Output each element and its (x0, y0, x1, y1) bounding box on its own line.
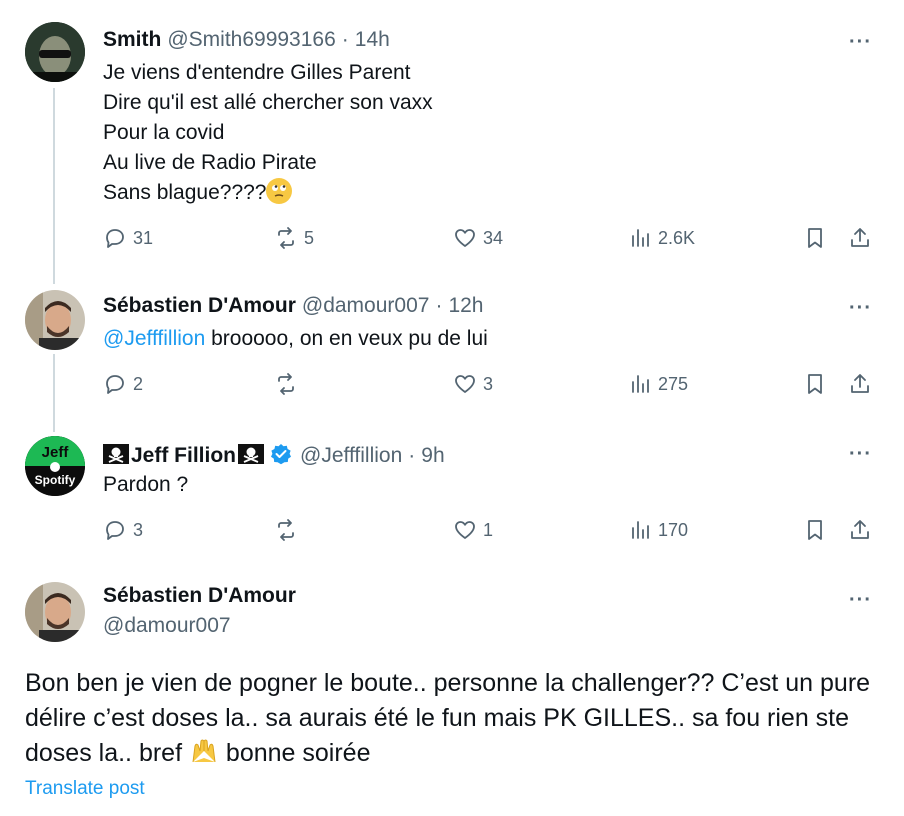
bookmark-icon (808, 374, 822, 394)
reply-button[interactable]: 3 (103, 518, 143, 542)
reply-count: 2 (133, 373, 144, 394)
avatar[interactable] (25, 290, 85, 350)
reply-tweet-jefffillion[interactable]: Jeff Spotify Jeff Fillion @Jefffillion ·… (0, 430, 904, 572)
views-chart-icon (632, 521, 649, 539)
text-line: Dire qu'il est allé chercher son vaxx (103, 91, 433, 114)
views-button[interactable]: 2.6K (628, 226, 695, 250)
tweet-header: Jeff Fillion @Jefffillion · 9h (103, 440, 445, 468)
verified-badge-icon[interactable] (270, 443, 292, 465)
heart-icon (455, 375, 475, 393)
tweet-text: Je viens d'entendre Gilles Parent Dire q… (103, 58, 433, 208)
share-icon (851, 520, 869, 539)
user-handle[interactable]: @Smith69993166 (167, 28, 335, 52)
more-options-icon[interactable]: ··· (849, 32, 872, 52)
tweet-actions: 2 3 275 (103, 372, 878, 402)
like-button[interactable]: 1 (453, 518, 493, 542)
bookmark-icon (808, 228, 822, 248)
post-text-part: Bon ben je vien de pogner le boute.. per… (25, 669, 871, 767)
user-handle[interactable]: @Jefffillion (300, 444, 402, 468)
view-count: 170 (658, 519, 689, 540)
tweet-text: Pardon ? (103, 473, 189, 496)
text-line-content: Sans blague???? (103, 181, 267, 204)
like-count: 3 (483, 373, 494, 394)
bookmark-button[interactable] (803, 518, 827, 542)
avatar[interactable] (25, 582, 85, 642)
like-button[interactable]: 34 (453, 226, 503, 250)
repost-icon (278, 227, 294, 249)
separator-dot: · (341, 28, 349, 51)
display-name[interactable]: Jeff Fillion (131, 444, 236, 468)
raising-hands-emoji (189, 736, 219, 766)
views-chart-icon (632, 229, 649, 247)
timestamp[interactable]: 12h (448, 294, 483, 318)
skull-and-crossbones-flag-emoji (238, 444, 264, 464)
timestamp[interactable]: 14h (355, 28, 390, 52)
reply-button[interactable]: 31 (103, 226, 153, 250)
like-button[interactable]: 3 (453, 372, 493, 396)
mention-link[interactable]: @Jefffillion (103, 327, 205, 350)
tweet-actions: 31 5 34 2.6K (103, 226, 878, 256)
translate-post-link[interactable]: Translate post (25, 778, 145, 800)
repost-icon (278, 519, 294, 541)
repost-button[interactable]: 5 (274, 226, 314, 250)
more-options-icon[interactable]: ··· (849, 298, 872, 318)
repost-button[interactable] (274, 372, 304, 396)
separator-dot: · (408, 444, 416, 467)
avatar[interactable]: Jeff Spotify (25, 436, 85, 496)
avatar-text: Jeff (42, 444, 70, 461)
reply-tweet-smith[interactable]: Smith @Smith69993166 · 14h ··· Je viens … (0, 0, 904, 280)
reply-icon (106, 375, 124, 394)
reply-icon (106, 229, 124, 248)
separator-dot: · (435, 294, 443, 317)
tweet-text: @Jefffillion brooooo, on en veux pu de l… (103, 324, 488, 354)
bookmark-icon (808, 520, 822, 540)
like-count: 1 (483, 519, 494, 540)
display-name[interactable]: Sébastien D'Amour (103, 584, 296, 608)
bookmark-button[interactable] (803, 372, 827, 396)
view-count: 2.6K (658, 227, 696, 248)
reply-count: 31 (133, 227, 154, 248)
user-handle[interactable]: @damour007 (302, 294, 430, 318)
user-handle[interactable]: @damour007 (103, 614, 231, 638)
heart-icon (455, 229, 475, 247)
display-name[interactable]: Smith (103, 28, 161, 52)
more-options-icon[interactable]: ··· (849, 444, 872, 464)
post-text: Bon ben je vien de pogner le boute.. per… (25, 666, 875, 771)
heart-icon (455, 521, 475, 539)
tweet-header: Sébastien D'Amour @damour007 · 12h (103, 294, 483, 318)
share-icon (851, 228, 869, 247)
text-line: Au live de Radio Pirate (103, 151, 317, 174)
reply-tweet-damour[interactable]: Sébastien D'Amour @damour007 · 12h ··· @… (0, 284, 904, 426)
views-chart-icon (632, 375, 649, 393)
tweet-header: Smith @Smith69993166 · 14h (103, 28, 390, 52)
repost-icon (278, 373, 294, 395)
bookmark-button[interactable] (803, 226, 827, 250)
reply-count: 3 (133, 519, 144, 540)
text-line: Je viens d'entendre Gilles Parent (103, 61, 411, 84)
share-icon (851, 374, 869, 393)
view-count: 275 (658, 373, 689, 394)
text-line: Sans blague???? (103, 178, 433, 208)
timestamp[interactable]: 9h (421, 444, 444, 468)
avatar[interactable] (25, 22, 85, 82)
share-button[interactable] (848, 226, 872, 250)
like-count: 34 (483, 227, 504, 248)
reply-icon (106, 521, 124, 540)
avatar-text: Spotify (35, 473, 76, 487)
display-name[interactable]: Sébastien D'Amour (103, 294, 296, 318)
views-button[interactable]: 170 (628, 518, 688, 542)
repost-button[interactable] (274, 518, 304, 542)
text-content: brooooo, on en veux pu de lui (205, 327, 488, 350)
more-options-icon[interactable]: ··· (849, 590, 872, 610)
share-button[interactable] (848, 372, 872, 396)
reply-button[interactable]: 2 (103, 372, 143, 396)
post-text-part: bonne soirée (218, 739, 371, 767)
views-button[interactable]: 275 (628, 372, 688, 396)
face-with-rolling-eyes-emoji (266, 178, 293, 204)
text-line: Pour la covid (103, 121, 225, 144)
share-button[interactable] (848, 518, 872, 542)
tweet-actions: 3 1 170 (103, 518, 878, 548)
repost-count: 5 (304, 227, 315, 248)
skull-and-crossbones-flag-emoji (103, 444, 129, 464)
